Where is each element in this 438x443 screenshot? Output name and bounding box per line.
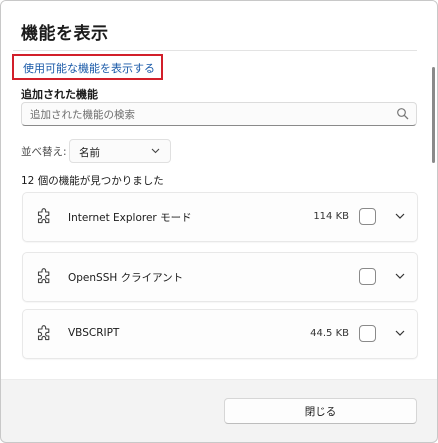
title-divider	[13, 50, 417, 51]
puzzle-icon	[37, 268, 50, 284]
feature-name: OpenSSH クライアント	[68, 272, 184, 284]
view-features-dialog: 機能を表示 使用可能な機能を表示する 追加された機能 並べ替え: 名前 12 個…	[0, 0, 438, 443]
feature-item[interactable]: VBSCRIPT 44.5 KB	[22, 309, 418, 359]
show-available-features-link[interactable]: 使用可能な機能を表示する	[23, 60, 155, 76]
chevron-down-icon[interactable]	[395, 330, 405, 336]
feature-item[interactable]: Internet Explorer モード 114 KB	[22, 192, 418, 242]
added-features-label: 追加された機能	[21, 88, 98, 101]
scrollbar-thumb[interactable]	[432, 67, 435, 163]
search-box	[21, 102, 417, 126]
close-button[interactable]: 閉じる	[224, 398, 417, 424]
footer-divider	[1, 379, 437, 380]
feature-item[interactable]: OpenSSH クライアント	[22, 252, 418, 302]
dialog-content: 機能を表示 使用可能な機能を表示する 追加された機能 並べ替え: 名前 12 個…	[1, 1, 437, 379]
sort-label: 並べ替え:	[21, 146, 67, 158]
feature-count: 12 個の機能が見つかりました	[21, 175, 164, 187]
search-icon[interactable]	[396, 107, 410, 121]
feature-name: VBSCRIPT	[68, 327, 120, 339]
feature-size: 44.5 KB	[310, 328, 349, 339]
highlight-box: 使用可能な機能を表示する	[12, 54, 163, 80]
chevron-down-icon[interactable]	[395, 213, 405, 219]
sort-selected-value: 名前	[79, 147, 100, 159]
sort-dropdown[interactable]: 名前	[69, 139, 171, 163]
feature-checkbox[interactable]	[359, 325, 376, 342]
chevron-down-icon[interactable]	[395, 273, 405, 279]
search-input[interactable]	[28, 106, 392, 124]
dialog-title: 機能を表示	[21, 24, 109, 44]
feature-size: 114 KB	[313, 211, 349, 222]
feature-name: Internet Explorer モード	[68, 212, 192, 224]
puzzle-icon	[37, 208, 50, 224]
puzzle-icon	[37, 325, 50, 341]
feature-checkbox[interactable]	[359, 208, 376, 225]
feature-checkbox[interactable]	[359, 268, 376, 285]
chevron-down-icon	[151, 148, 160, 154]
